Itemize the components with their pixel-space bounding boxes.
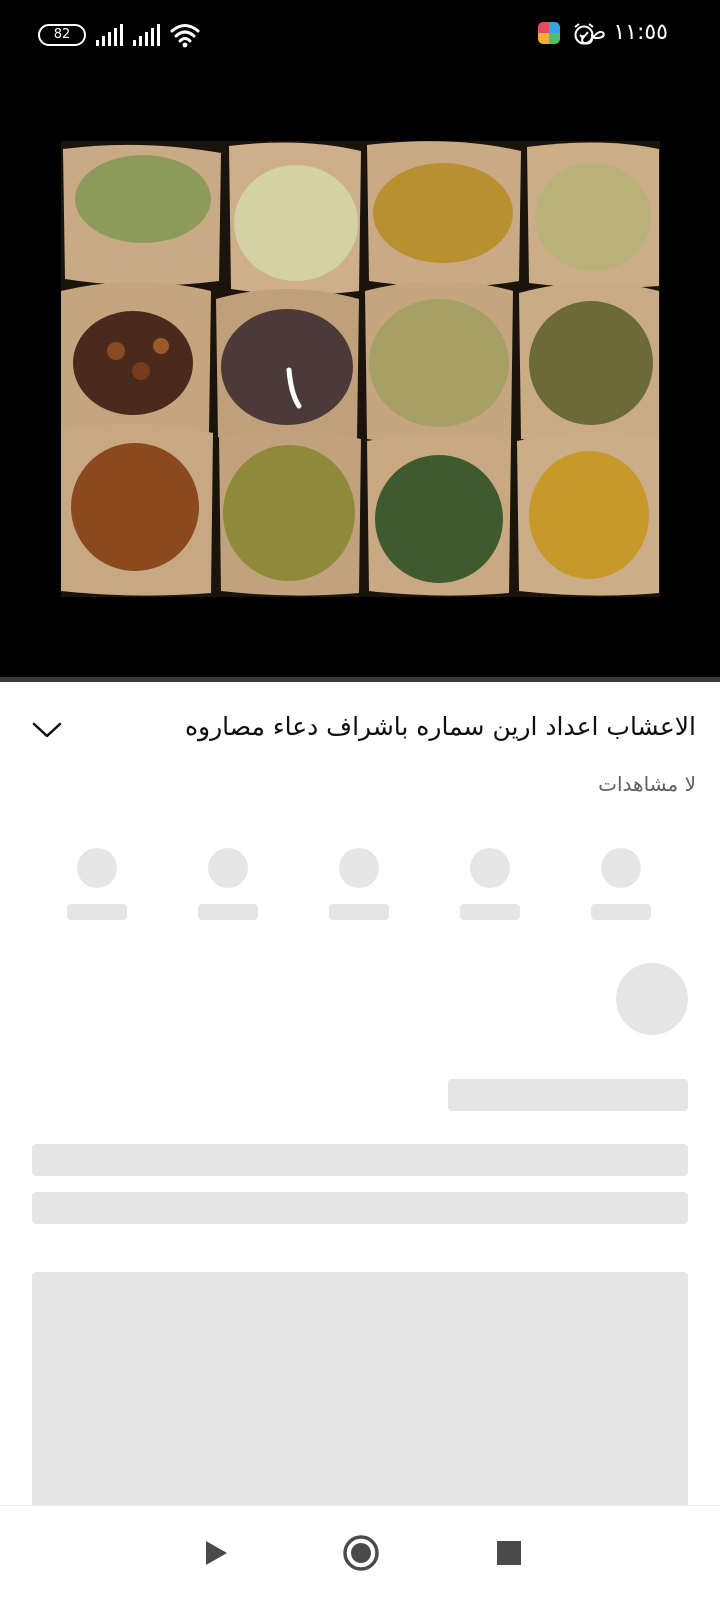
system-navigation-bar (0, 1505, 720, 1600)
action-placeholder-label (460, 904, 520, 920)
video-thumbnail (61, 141, 660, 597)
action-placeholder-label (198, 904, 258, 920)
video-player[interactable]: 82 ١١:٥٥ ص (0, 0, 720, 682)
status-bar: 82 ١١:٥٥ ص (0, 0, 720, 70)
signal-icon (96, 24, 123, 46)
clock: ١١:٥٥ ص (579, 20, 668, 45)
signal-icon-2 (133, 24, 160, 46)
channel-avatar-placeholder (616, 963, 688, 1035)
action-placeholder-icon (208, 848, 248, 888)
app-notification-icon (538, 22, 560, 44)
video-progress-bar[interactable] (0, 677, 720, 682)
description-line-placeholder (32, 1192, 688, 1224)
action-placeholder-icon (339, 848, 379, 888)
action-placeholder-icon (470, 848, 510, 888)
view-count: لا مشاهدات (598, 772, 696, 796)
wifi-icon (170, 24, 200, 48)
chevron-down-icon[interactable] (30, 716, 64, 744)
channel-name-placeholder (448, 1079, 688, 1111)
action-placeholder-icon (601, 848, 641, 888)
loading-spinner-icon (286, 367, 302, 409)
play-triangle-icon[interactable] (190, 1528, 240, 1578)
battery-indicator: 82 (38, 24, 86, 46)
action-placeholder-icon (77, 848, 117, 888)
circle-icon[interactable] (336, 1528, 386, 1578)
content-block-placeholder (32, 1272, 688, 1505)
video-title[interactable]: الاعشاب اعداد ارين سماره باشراف دعاء مصا… (76, 712, 696, 741)
description-line-placeholder (32, 1144, 688, 1176)
action-placeholder-label (591, 904, 651, 920)
action-placeholder-label (329, 904, 389, 920)
action-placeholder-label (67, 904, 127, 920)
square-icon[interactable] (484, 1528, 534, 1578)
